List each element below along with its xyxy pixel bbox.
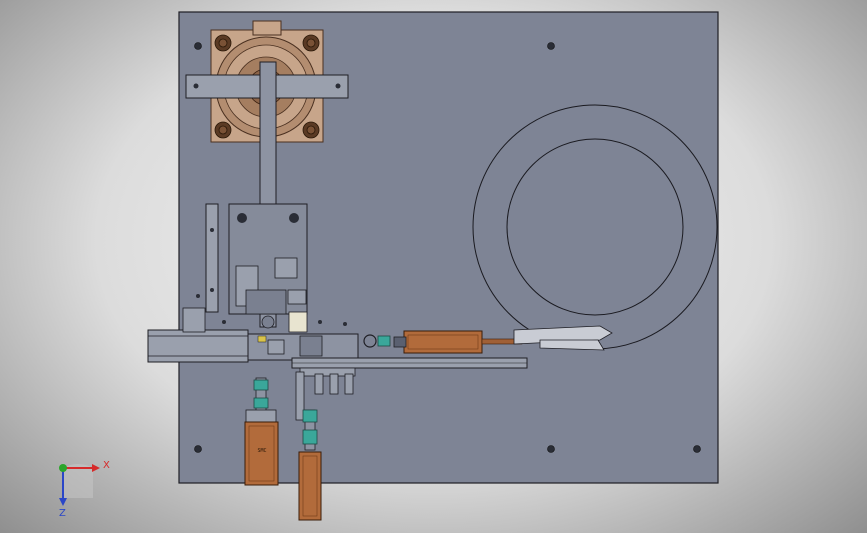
slider-block[interactable] bbox=[228, 203, 308, 333]
axis-x-label: X bbox=[103, 460, 110, 471]
axis-z-label: Z bbox=[59, 508, 66, 519]
assembly-drawing: SMC X Z bbox=[59, 11, 719, 521]
left-guide-rail[interactable] bbox=[205, 203, 219, 313]
cylinder-brand-label: SMC bbox=[257, 448, 266, 454]
cad-viewport[interactable]: SMC X Z bbox=[0, 0, 867, 533]
coordinate-triad-icon: X Z bbox=[59, 460, 110, 519]
